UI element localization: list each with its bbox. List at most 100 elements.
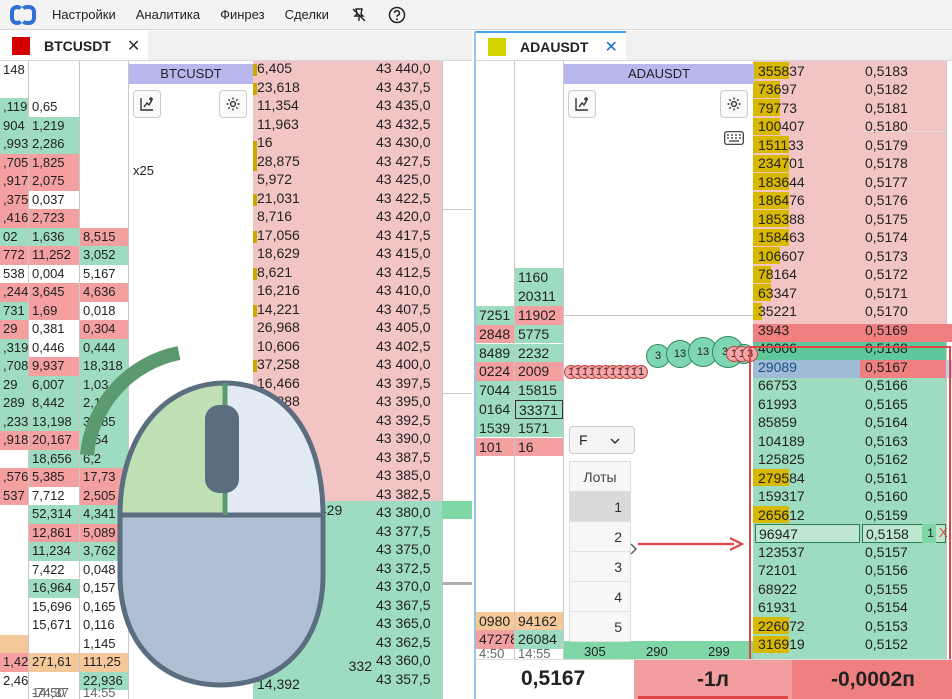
add-chart-icon[interactable]	[133, 90, 161, 118]
cluster-cell: 289	[0, 394, 28, 413]
order-type-dropdown[interactable]: F	[569, 426, 635, 454]
cluster-cell: 8489	[476, 343, 514, 363]
cluster-cell: 52,314	[29, 505, 79, 524]
menu-trades[interactable]: Сделки	[285, 7, 329, 22]
menu-settings[interactable]: Настройки	[52, 7, 116, 22]
row-divider	[442, 582, 472, 585]
footer-bar: 0,5167 -1л -0,0002п	[476, 659, 952, 699]
tab-btcusdt[interactable]: BTCUSDT ✕	[0, 31, 148, 61]
price-cell: 43 415,0	[376, 245, 431, 261]
menu-finres[interactable]: Финрез	[220, 7, 264, 22]
zoom-label: x25	[133, 163, 154, 178]
help-icon[interactable]	[387, 5, 407, 25]
cluster-cell: 0980	[476, 612, 514, 631]
position-lots: -1л	[634, 660, 792, 699]
cluster-cell	[29, 80, 79, 99]
cluster-cell	[80, 172, 128, 191]
close-icon[interactable]: ✕	[127, 36, 140, 56]
cluster-cell: 6,007	[29, 375, 79, 394]
cluster-cell	[0, 634, 28, 653]
depth-price-cell[interactable]: 0,5176	[862, 191, 946, 210]
ask-volume-cell: 26,968	[257, 319, 300, 335]
ask-volume-cell: 28,875	[257, 152, 300, 169]
cluster-cell: 731	[0, 301, 28, 320]
adausdt-panel: ADAUSDT ✕ 355837 73697 79773 100407 151133 23…	[474, 31, 952, 699]
time-label: 14:50	[32, 685, 65, 699]
chevron-down-icon	[610, 433, 620, 448]
pin-off-icon[interactable]	[349, 5, 369, 25]
depth-price-cell[interactable]: 0,5170	[862, 302, 946, 321]
tab-adausdt[interactable]: ADAUSDT ✕	[476, 31, 626, 61]
cluster-cell: 2,723	[29, 209, 79, 228]
depth-volume-cell: 35221	[758, 303, 797, 319]
cluster-cell: 29	[0, 375, 28, 394]
position-pnl: -0,0002п	[792, 660, 952, 699]
ask-volume-cell: 16	[257, 134, 273, 150]
cluster-cell: 11,234	[29, 542, 79, 561]
lot-option[interactable]: 1	[570, 492, 630, 522]
app-logo-icon[interactable]	[10, 4, 38, 25]
depth-volume-cell: 234701	[758, 155, 805, 171]
depth-price-cell[interactable]: 0,5179	[862, 136, 946, 155]
price-cell: 43 357,5	[376, 670, 431, 687]
gear-icon[interactable]	[219, 90, 247, 118]
chart-title: ADAUSDT	[564, 64, 754, 84]
lot-option[interactable]: 5	[570, 612, 630, 642]
cluster-cell: ,233	[0, 412, 28, 431]
price-cell: 43 375,0	[376, 541, 431, 557]
cluster-cell: ,576	[0, 468, 28, 487]
depth-price-cell[interactable]: 0,5180	[862, 117, 946, 136]
menu-analytics[interactable]: Аналитика	[136, 7, 200, 22]
cluster-cell: 0,65	[29, 98, 79, 117]
price-cell: 43 407,5	[376, 300, 431, 317]
price-cell: 43 382,5	[376, 485, 431, 502]
cluster-cell	[80, 209, 128, 228]
price-cell: 43 430,0	[376, 134, 431, 150]
depth-volume-cell: 158463	[758, 229, 805, 245]
ask-volume-cell: 23,618	[257, 78, 300, 95]
depth-price-cell[interactable]: 0,5174	[862, 228, 946, 247]
cluster-cell	[0, 450, 28, 469]
depth-price-cell[interactable]: 0,5182	[862, 80, 946, 99]
price-cell: 43 385,0	[376, 467, 431, 483]
depth-price-cell[interactable]: 0,5173	[862, 247, 946, 266]
cluster-cell: 2,075	[29, 172, 79, 191]
arrow-right-icon	[638, 537, 745, 551]
cluster-cell: 1539	[476, 418, 514, 438]
cluster-cell: 8,442	[29, 394, 79, 413]
cluster-cell: 7,712	[29, 486, 79, 505]
cluster-cell: 11,252	[29, 246, 79, 265]
keyboard-icon[interactable]	[724, 131, 744, 148]
depth-price-cell[interactable]: 0,5178	[862, 154, 946, 173]
cluster-cell: ,993	[0, 135, 28, 154]
tab-label: ADAUSDT	[520, 38, 589, 55]
add-chart-icon[interactable]	[568, 90, 596, 118]
lot-option[interactable]: 2	[570, 522, 630, 552]
cluster-cell: 2232	[515, 343, 563, 363]
cluster-cell	[0, 505, 28, 524]
cluster-cell: 20311	[515, 287, 563, 306]
cluster-cell: 0,381	[29, 320, 79, 339]
depth-price-cell[interactable]: 0,5171	[862, 284, 946, 303]
cluster-cell: 20,167	[29, 431, 79, 450]
depth-price-cell[interactable]: 0,5177	[862, 173, 946, 192]
depth-price-cell[interactable]: 0,5183	[862, 62, 946, 81]
lot-option[interactable]: 4	[570, 582, 630, 612]
cluster-cell: 1160	[515, 268, 563, 287]
gear-icon[interactable]	[720, 90, 748, 118]
ask-volume-cell: 6,405	[257, 60, 293, 76]
cluster-cell	[80, 191, 128, 210]
depth-price-cell[interactable]: 0,5175	[862, 210, 946, 229]
depth-price-cell[interactable]: 0,5172	[862, 265, 946, 284]
close-icon[interactable]: ✕	[604, 37, 617, 57]
ask-volume-cell: 11,963	[257, 115, 299, 132]
depth-volume-cell: 355837	[758, 62, 805, 79]
cluster-cell: ,705	[0, 153, 28, 172]
cluster-cell: 15,671	[29, 616, 79, 635]
depth-price-cell[interactable]: 0,5169	[862, 321, 946, 340]
lot-option[interactable]: 3	[570, 552, 630, 582]
depth-price-cell[interactable]: 0,5181	[862, 99, 946, 118]
cluster-cell	[80, 98, 128, 117]
cluster-cell: ,416	[0, 209, 28, 228]
cluster-cell	[80, 61, 128, 80]
